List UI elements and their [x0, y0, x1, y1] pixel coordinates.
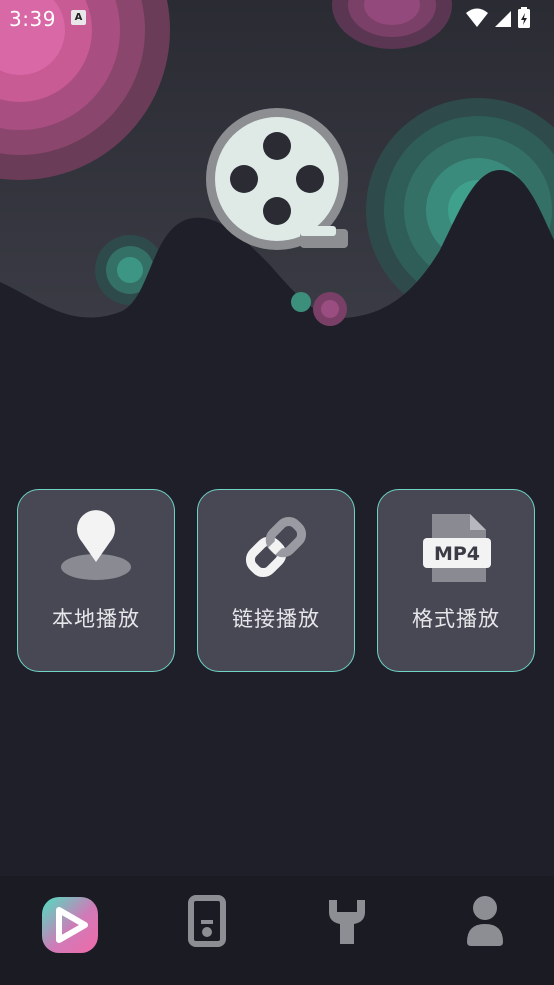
status-bar: 3:39 A	[0, 0, 554, 36]
nav-device-tab[interactable]	[172, 894, 242, 964]
film-reel-icon	[206, 108, 348, 250]
link-play-card[interactable]: 链接播放	[197, 489, 355, 672]
battery-charging-icon	[518, 7, 530, 28]
format-play-card[interactable]: MP4 格式播放	[377, 489, 535, 672]
nav-tools-tab[interactable]	[312, 894, 382, 964]
local-play-label: 本地播放	[52, 607, 140, 631]
status-time: 3:39	[9, 7, 56, 31]
bottom-navigation	[0, 876, 554, 985]
svg-text:MP4: MP4	[434, 543, 480, 565]
profile-icon	[467, 896, 503, 946]
link-icon	[198, 510, 354, 584]
location-pin-icon	[18, 510, 174, 584]
feature-cards: 本地播放 链接播放 MP4 格式播放	[0, 489, 554, 673]
hero-banner	[0, 0, 554, 340]
nav-home-tab[interactable]	[35, 894, 105, 964]
cell-signal-icon	[495, 11, 511, 27]
mp4-file-icon: MP4	[378, 510, 534, 584]
device-icon	[188, 895, 226, 947]
nav-profile-tab[interactable]	[450, 894, 520, 964]
play-app-icon	[42, 897, 98, 953]
link-play-label: 链接播放	[232, 607, 320, 631]
teal-dot-decoration	[291, 292, 311, 312]
wrench-icon	[329, 900, 365, 944]
local-play-card[interactable]: 本地播放	[17, 489, 175, 672]
format-play-label: 格式播放	[412, 607, 500, 631]
notification-icon: A	[71, 10, 86, 25]
status-icons	[466, 6, 546, 30]
wifi-icon	[466, 8, 488, 27]
